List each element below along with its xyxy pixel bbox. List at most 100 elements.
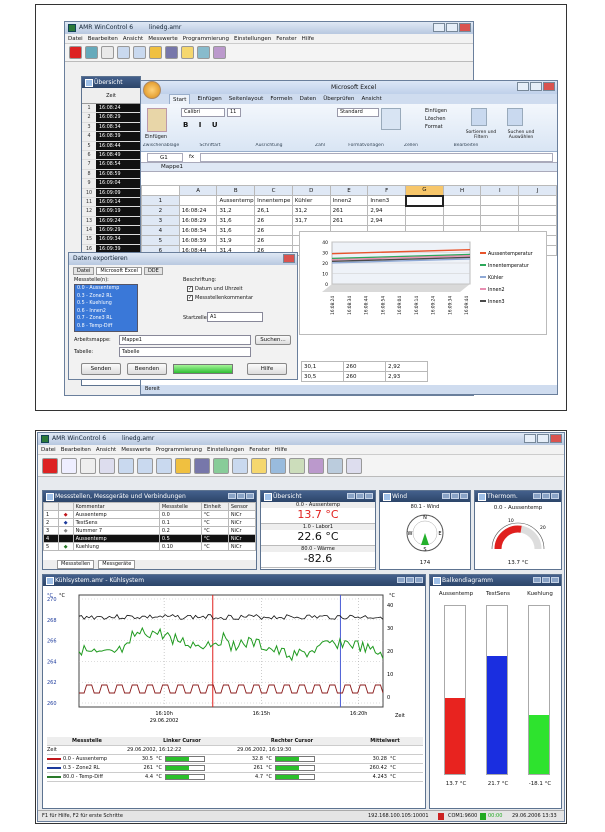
calendar-icon[interactable] <box>289 457 305 474</box>
chart-view-icon[interactable] <box>80 457 96 474</box>
menu-datei[interactable]: Datei <box>41 445 56 454</box>
sheet-cell[interactable]: 2,92 <box>385 361 428 372</box>
sheet-cell[interactable]: 261 <box>329 215 369 226</box>
name-box[interactable]: G1 <box>147 152 183 162</box>
bold-italic-underline-buttons[interactable]: B I U <box>183 121 222 129</box>
sheet-cell[interactable]: 26 <box>254 235 293 246</box>
back-menu-datei[interactable]: Datei <box>68 34 83 43</box>
export-icon[interactable] <box>213 457 229 474</box>
alarm-icon[interactable] <box>181 46 194 59</box>
formula-input[interactable] <box>200 152 553 162</box>
sheet-cell[interactable] <box>518 195 557 206</box>
sheet-cell[interactable]: 16:08:24 <box>178 205 218 216</box>
excel-maximize-button[interactable] <box>530 82 542 91</box>
sheet-cell[interactable]: 16:08:29 <box>178 215 218 226</box>
main-minimize-button[interactable] <box>524 434 536 443</box>
export-tab[interactable]: Datei <box>73 267 95 275</box>
sheet-cell[interactable]: 31,7 <box>291 215 331 226</box>
export-close-button[interactable] <box>283 254 295 263</box>
window-icon[interactable] <box>117 46 130 59</box>
sheet-cell[interactable] <box>480 215 520 226</box>
sheet-cell[interactable] <box>442 195 482 206</box>
sheet-cell[interactable] <box>442 215 482 226</box>
sheet-cell[interactable]: 16:08:39 <box>178 235 218 246</box>
ribbon-tab-6[interactable]: Ansicht <box>361 94 381 104</box>
sheet-cell[interactable]: Kühler <box>291 195 331 206</box>
tile2-icon[interactable] <box>137 457 153 474</box>
row-number[interactable]: 2 <box>141 205 180 216</box>
network-icon[interactable] <box>270 457 286 474</box>
tools-icon[interactable] <box>213 46 226 59</box>
sheet-cell[interactable] <box>178 195 218 206</box>
wrench-icon[interactable] <box>308 457 324 474</box>
messstelle-item[interactable]: 0.7 - Zone3 RL <box>77 315 137 323</box>
export-tab[interactable]: DDE <box>143 267 163 275</box>
close-button[interactable] <box>459 23 471 32</box>
cell-op-item[interactable]: Einfügen <box>425 107 447 115</box>
senden-button[interactable]: Senden <box>81 363 121 375</box>
sheet-cell[interactable] <box>442 205 482 216</box>
row-number[interactable]: 4 <box>141 225 180 236</box>
excel-close-button[interactable] <box>543 82 555 91</box>
mess-row[interactable]: 4 ◆ Aussentemp 0.5 °C NiCr <box>43 534 256 543</box>
tile-icon[interactable] <box>118 457 134 474</box>
menu-fenster[interactable]: Fenster <box>249 445 269 454</box>
check-option[interactable]: ✓ Datum und Uhrzeit <box>187 285 253 294</box>
back-menu-fenster[interactable]: Fenster <box>276 34 296 43</box>
ribbon-tab-0[interactable]: Start <box>169 94 191 104</box>
office-button[interactable] <box>143 81 161 99</box>
sheet-cell[interactable]: 31,6 <box>216 225 256 236</box>
sheet-cell[interactable] <box>480 205 520 216</box>
beenden-button[interactable]: Beenden <box>127 363 167 375</box>
sheet-cell[interactable]: 260 <box>343 371 386 382</box>
cell-op-item[interactable]: Löschen <box>425 115 447 123</box>
sheet-cell[interactable]: 31,6 <box>216 215 256 226</box>
minimize-button[interactable] <box>433 23 445 32</box>
trend-chart[interactable]: °C °C °C27026826626426226040302010016:10h 1… <box>43 587 425 735</box>
sheet-cell[interactable]: Aussentemp <box>216 195 256 206</box>
check-option[interactable]: ✓ Messstellenkommentar <box>187 294 253 303</box>
column-header[interactable]: A <box>178 185 218 196</box>
messstellen-list[interactable]: 0.0 - Aussentemp 0.3 - Zone2 RL 0.5 - Kueh… <box>74 284 138 332</box>
menu-messwerte[interactable]: Messwerte <box>121 445 151 454</box>
column-header[interactable]: F <box>367 185 407 196</box>
column-header[interactable]: H <box>442 185 482 196</box>
sheet-cell[interactable] <box>480 195 520 206</box>
folder-icon[interactable] <box>149 46 162 59</box>
tile3-icon[interactable] <box>156 457 172 474</box>
bell-icon[interactable] <box>251 457 267 474</box>
column-header[interactable]: D <box>291 185 331 196</box>
cell-op-item[interactable]: Format <box>425 123 447 131</box>
menu-einstellungen[interactable]: Einstellungen <box>207 445 244 454</box>
sheet-cell[interactable]: 31,9 <box>216 235 256 246</box>
column-header[interactable]: I <box>480 185 520 196</box>
mess-row[interactable]: 1 ◆ Aussentemp 0.0 °C NiCr <box>43 510 256 519</box>
start-icon[interactable] <box>42 457 58 474</box>
checkbox[interactable]: ✓ <box>187 286 193 292</box>
sheet-cell[interactable] <box>518 215 557 226</box>
sheet-cell[interactable]: 2,93 <box>385 371 428 382</box>
save-icon[interactable] <box>165 46 178 59</box>
menu-ansicht[interactable]: Ansicht <box>96 445 116 454</box>
mess-row[interactable]: 3 ◆ Nummer 7 0.2 °C NiCr <box>43 526 256 535</box>
row-number[interactable]: 3 <box>141 215 180 226</box>
sheet-cell[interactable]: 30,5 <box>301 371 344 382</box>
tabelle-input[interactable]: Tabelle <box>119 347 251 357</box>
sheet-cell[interactable]: 2,94 <box>367 205 407 216</box>
startzelle-input[interactable]: A1 <box>207 312 263 322</box>
ribbon-tab-1[interactable]: Einfügen <box>197 94 221 104</box>
font-size-field[interactable]: 11 <box>227 108 241 117</box>
menu-programmierung[interactable]: Programmierung <box>156 445 202 454</box>
sheet-cell[interactable] <box>405 215 444 226</box>
sheet-cell[interactable]: 2,94 <box>367 215 407 226</box>
paste-icon[interactable] <box>147 108 167 132</box>
hilfe-button[interactable]: Hilfe <box>247 363 287 375</box>
ribbon-tab-5[interactable]: Überprüfen <box>323 94 354 104</box>
row-number[interactable]: 5 <box>141 235 180 246</box>
table-view-icon[interactable] <box>99 457 115 474</box>
menu-bearbeiten[interactable]: Bearbeiten <box>61 445 91 454</box>
main-maximize-button[interactable] <box>537 434 549 443</box>
main-close-button[interactable] <box>550 434 562 443</box>
excel-minimize-button[interactable] <box>517 82 529 91</box>
font-name-field[interactable]: Calibri <box>181 108 225 117</box>
